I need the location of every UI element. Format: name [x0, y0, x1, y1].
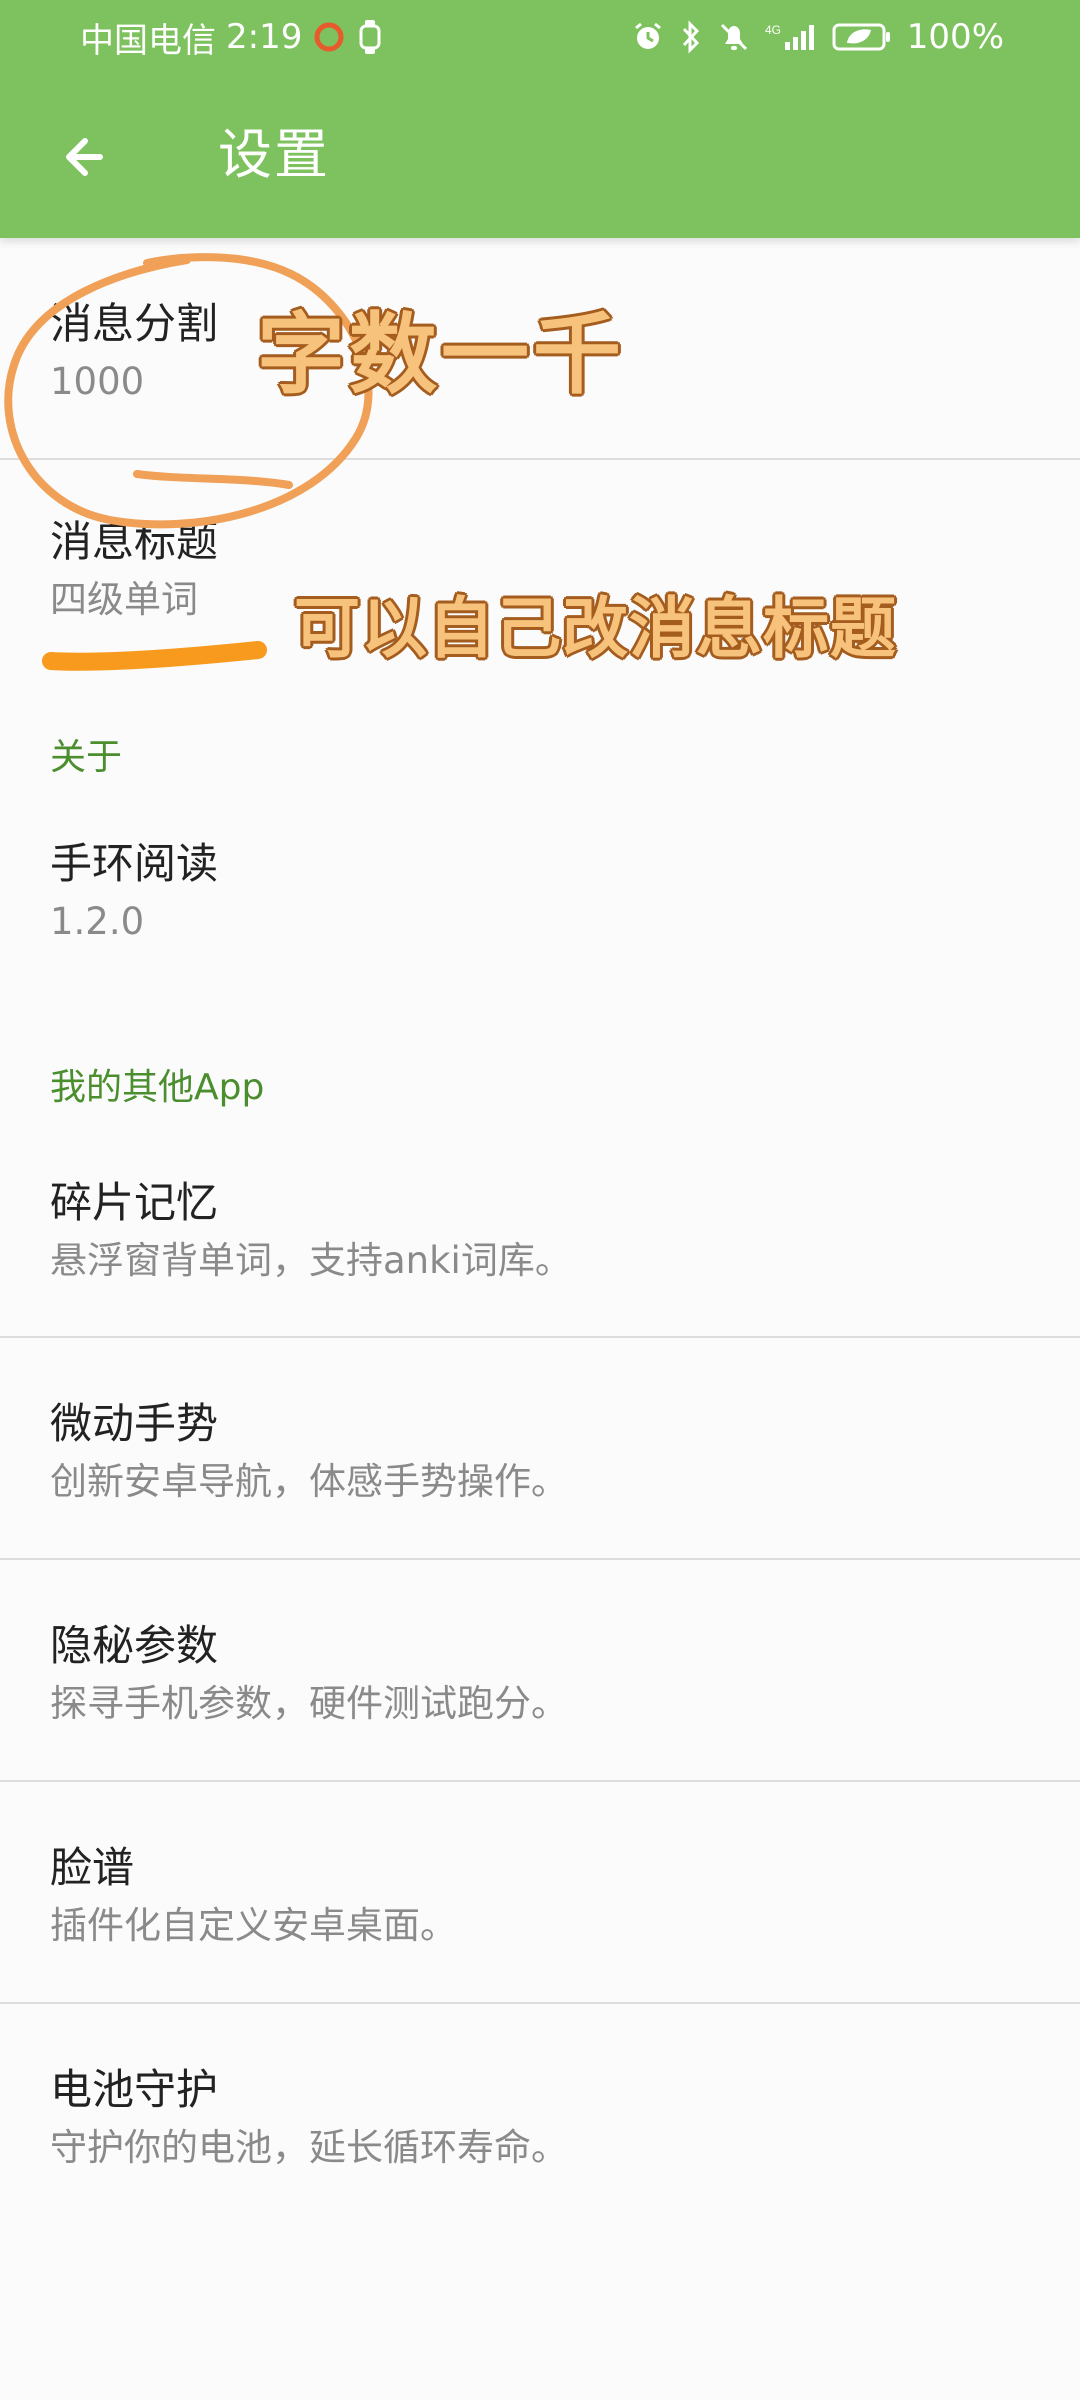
battery-percent: 100%	[906, 17, 1004, 57]
setting-title: 碎片记忆	[50, 1178, 219, 1227]
setting-title: 手环阅读	[50, 839, 219, 888]
app-bar: 中国电信 2:19 4G 100% 设置	[0, 0, 1080, 238]
setting-summary: 创新安卓导航，体感手势操作。	[50, 1460, 568, 1503]
app-item-gesture[interactable]: 微动手势 创新安卓导航，体感手势操作。	[0, 1338, 1080, 1558]
app-item-hidden-parameters[interactable]: 隐秘参数 探寻手机参数，硬件测试跑分。	[0, 1560, 1080, 1780]
setting-title: 隐秘参数	[50, 1621, 219, 1670]
network-label: 4G	[765, 23, 781, 37]
app-item-battery-guard[interactable]: 电池守护 守护你的电池，延长循环寿命。	[0, 2004, 1080, 2224]
arrow-left-icon	[66, 138, 103, 176]
red-circle-icon	[312, 20, 346, 54]
back-button[interactable]	[42, 112, 132, 202]
battery-leaf-icon	[831, 20, 893, 54]
status-time: 2:19	[226, 17, 303, 57]
status-left: 中国电信 2:19	[80, 12, 384, 62]
setting-title: 消息分割	[50, 299, 219, 348]
setting-message-title[interactable]: 消息标题 四级单词	[0, 460, 1080, 690]
setting-title: 电池守护	[50, 2065, 219, 2114]
setting-title: 微动手势	[50, 1399, 219, 1448]
bluetooth-icon	[679, 19, 703, 55]
settings-screen: 中国电信 2:19 4G 100% 设置 消息分割 1000 消息标题 四级单词…	[0, 0, 1080, 2400]
status-bar: 中国电信 2:19 4G 100%	[0, 0, 1080, 74]
setting-summary: 1000	[50, 360, 145, 403]
app-item-face-launcher[interactable]: 脸谱 插件化自定义安卓桌面。	[0, 1782, 1080, 2002]
setting-summary: 四级单词	[50, 578, 198, 621]
alarm-icon	[631, 20, 665, 54]
bell-off-icon	[717, 20, 751, 54]
toolbar: 设置	[0, 74, 1080, 238]
app-item-fragment-memory[interactable]: 碎片记忆 悬浮窗背单词，支持anki词库。	[0, 1138, 1080, 1336]
section-header-about: 关于	[50, 737, 123, 778]
carrier-label: 中国电信	[80, 20, 216, 61]
setting-summary: 插件化自定义安卓桌面。	[50, 1904, 457, 1947]
watch-icon	[356, 18, 384, 56]
setting-app-version[interactable]: 手环阅读 1.2.0	[0, 823, 1080, 1001]
setting-summary: 探寻手机参数，硬件测试跑分。	[50, 1682, 568, 1725]
setting-title: 脸谱	[50, 1843, 135, 1892]
signal-4g-icon: 4G	[765, 20, 817, 54]
setting-title: 消息标题	[50, 517, 219, 566]
section-header-other-apps: 我的其他App	[50, 1067, 265, 1108]
setting-summary: 守护你的电池，延长循环寿命。	[50, 2126, 568, 2169]
status-right: 4G 100%	[631, 12, 1004, 62]
settings-list: 消息分割 1000 消息标题 四级单词 关于 手环阅读 1.2.0 我的其他Ap…	[0, 238, 1080, 2400]
setting-message-split[interactable]: 消息分割 1000	[0, 238, 1080, 458]
setting-summary: 1.2.0	[50, 900, 145, 943]
setting-summary: 悬浮窗背单词，支持anki词库。	[50, 1239, 572, 1282]
page-title: 设置	[218, 123, 330, 186]
